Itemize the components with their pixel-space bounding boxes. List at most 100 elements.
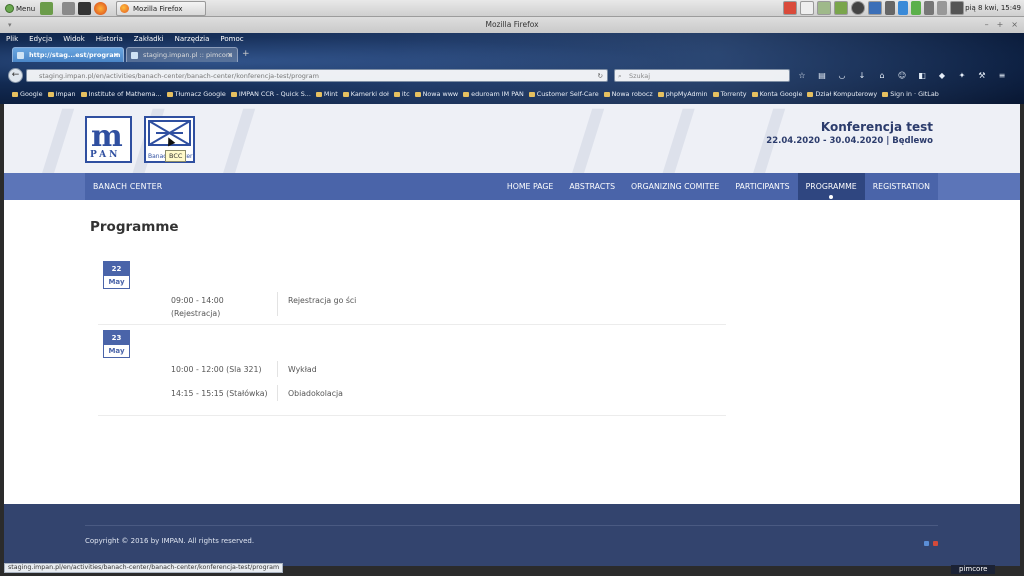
menu-narzedzia[interactable]: Narzędzia	[175, 35, 210, 43]
back-arrow-icon[interactable]: ←	[8, 68, 23, 83]
window-menu-icon[interactable]: ▾	[8, 17, 12, 33]
menu-historia[interactable]: Historia	[96, 35, 123, 43]
minimize-icon[interactable]: –	[985, 17, 989, 33]
bookmark-nowa-robocz[interactable]: Nowa robocz	[603, 90, 653, 98]
search-input[interactable]: ⌕ Szukaj	[614, 69, 790, 82]
menu-plik[interactable]: Plik	[6, 35, 18, 43]
bookmark-eduroam[interactable]: eduroam IM PAN	[463, 90, 524, 98]
bookmark-torrenty[interactable]: Torrenty	[712, 90, 747, 98]
folder-icon	[414, 91, 421, 97]
bookmark-customer[interactable]: Customer Self-Care	[528, 90, 599, 98]
nav-participants[interactable]: PARTICIPANTS	[727, 173, 797, 200]
show-desktop-icon[interactable]	[40, 2, 53, 15]
bookmark-dzial[interactable]: Dział Komputerowy	[807, 90, 877, 98]
menu-widok[interactable]: Widok	[63, 35, 85, 43]
firefox-launcher-icon[interactable]	[94, 2, 107, 15]
puzzle-icon[interactable]: ✦	[956, 70, 968, 82]
bookmark-google[interactable]: Google	[12, 90, 43, 98]
reload-icon[interactable]: ↻	[598, 70, 603, 82]
bluetooth-icon[interactable]	[898, 1, 908, 15]
folder-icon	[315, 91, 322, 97]
keyboard-icon[interactable]	[924, 1, 934, 15]
start-menu-button[interactable]: Menu	[2, 2, 38, 15]
tab-close-icon[interactable]: ×	[227, 48, 233, 63]
folder-icon	[712, 91, 719, 97]
new-tab-icon[interactable]: +	[240, 47, 250, 62]
tab-program[interactable]: http://stag...est/program ×	[12, 47, 124, 62]
date-day: 23	[104, 331, 129, 345]
date-day: 22	[104, 262, 129, 276]
tray-camera-icon[interactable]	[851, 1, 865, 15]
impan-logo-text: PAN	[90, 150, 121, 160]
hamburger-menu-icon[interactable]: ≡	[996, 70, 1008, 82]
url-bar[interactable]: staging.impan.pl/en/activities/banach-ce…	[26, 69, 608, 82]
printer-icon[interactable]	[885, 1, 895, 15]
pocket-icon[interactable]: ◡	[836, 70, 848, 82]
gitlab-icon	[882, 91, 889, 97]
bookmark-ccr[interactable]: IMPAN CCR - Quick S...	[230, 90, 311, 98]
tab-close-icon[interactable]: ×	[113, 48, 119, 63]
smiley-icon[interactable]: ☺	[896, 70, 908, 82]
logo-tooltip: BCC	[165, 150, 187, 162]
bookmark-phpmyadmin[interactable]: phpMyAdmin	[657, 90, 708, 98]
bookmark-mint[interactable]: Mint	[315, 90, 338, 98]
close-icon[interactable]: ×	[1011, 17, 1018, 33]
nav-home-page[interactable]: HOME PAGE	[499, 173, 562, 200]
bookmark-konta-google[interactable]: Konta Google	[751, 90, 802, 98]
pimcore-badge[interactable]: pimcore	[951, 565, 996, 574]
tab-pimcore[interactable]: staging.impan.pl :: pimcore ×	[126, 47, 238, 62]
extension-icon[interactable]: ◧	[916, 70, 928, 82]
date-badge: 22 May	[103, 261, 130, 289]
bookmark-kamerki[interactable]: Kamerki doł	[342, 90, 389, 98]
bookmark-translate[interactable]: Tłumacz Google	[166, 90, 226, 98]
checkmark-icon[interactable]	[911, 1, 921, 15]
file-manager-icon[interactable]	[62, 2, 75, 15]
browser-menubar: Plik Edycja Widok Historia Zakładki Narz…	[6, 35, 244, 43]
bookmark-star-icon[interactable]: ☆	[796, 70, 808, 82]
bookmark-itc[interactable]: itc	[393, 90, 410, 98]
conference-dates: 22.04.2020 - 30.04.2020 | Będlewo	[766, 136, 933, 146]
nav-programme[interactable]: PROGRAMME	[797, 173, 865, 200]
bookmark-impan[interactable]: impan	[47, 90, 76, 98]
event-title: Obiadokolacja	[288, 389, 343, 398]
nav-abstracts[interactable]: ABSTRACTS	[561, 173, 623, 200]
terminal-icon[interactable]	[78, 2, 91, 15]
clock[interactable]: pią 8 kwi, 15:49	[965, 4, 1021, 12]
menu-edycja[interactable]: Edycja	[29, 35, 52, 43]
addon-icon[interactable]: ◆	[936, 70, 948, 82]
nav-organizing-comitee[interactable]: ORGANIZING COMITEE	[623, 173, 727, 200]
nav-registration[interactable]: REGISTRATION	[865, 173, 938, 200]
bookmark-gitlab[interactable]: Sign in · GitLab	[882, 90, 939, 98]
facebook-icon[interactable]	[924, 541, 929, 546]
maximize-icon[interactable]: +	[997, 17, 1004, 33]
download-icon[interactable]: ↓	[856, 70, 868, 82]
youtube-icon[interactable]	[933, 541, 938, 546]
home-icon[interactable]: ⌂	[876, 70, 888, 82]
window-titlebar[interactable]: ▾ Mozilla Firefox – + ×	[0, 17, 1024, 33]
folder-icon	[47, 91, 54, 97]
bookmarks-toolbar: Google impan Institute of Mathema... Tłu…	[12, 90, 939, 98]
page-icon	[80, 91, 87, 97]
bookmark-institute[interactable]: Institute of Mathema...	[80, 90, 162, 98]
developer-icon[interactable]: ⚒	[976, 70, 988, 82]
google-icon	[751, 91, 758, 97]
menu-zakladki[interactable]: Zakładki	[134, 35, 164, 43]
event-time: 09:00 - 14:00	[171, 296, 224, 305]
tray-window-icon[interactable]	[817, 1, 831, 15]
pen-icon[interactable]	[950, 1, 964, 15]
menu-pomoc[interactable]: Pomoc	[220, 35, 243, 43]
tray-network-icon[interactable]	[868, 1, 882, 15]
impan-logo[interactable]: m PAN	[85, 116, 132, 163]
volume-icon[interactable]	[937, 1, 947, 15]
start-menu-label: Menu	[16, 4, 36, 13]
site-navigation: BANACH CENTER HOME PAGE ABSTRACTS ORGANI…	[4, 173, 1020, 200]
tray-update-icon[interactable]	[834, 1, 848, 15]
library-icon[interactable]: ▤	[816, 70, 828, 82]
day-divider	[98, 324, 726, 325]
tray-notes-icon[interactable]	[800, 1, 814, 15]
nav-brand-banach-center[interactable]: BANACH CENTER	[93, 173, 162, 200]
taskbar-window-firefox[interactable]: Mozilla Firefox	[116, 1, 206, 16]
tray-app-icon[interactable]	[783, 1, 797, 15]
status-bar-url: staging.impan.pl/en/activities/banach-ce…	[4, 563, 284, 573]
bookmark-nowa-www[interactable]: Nowa www	[414, 90, 458, 98]
